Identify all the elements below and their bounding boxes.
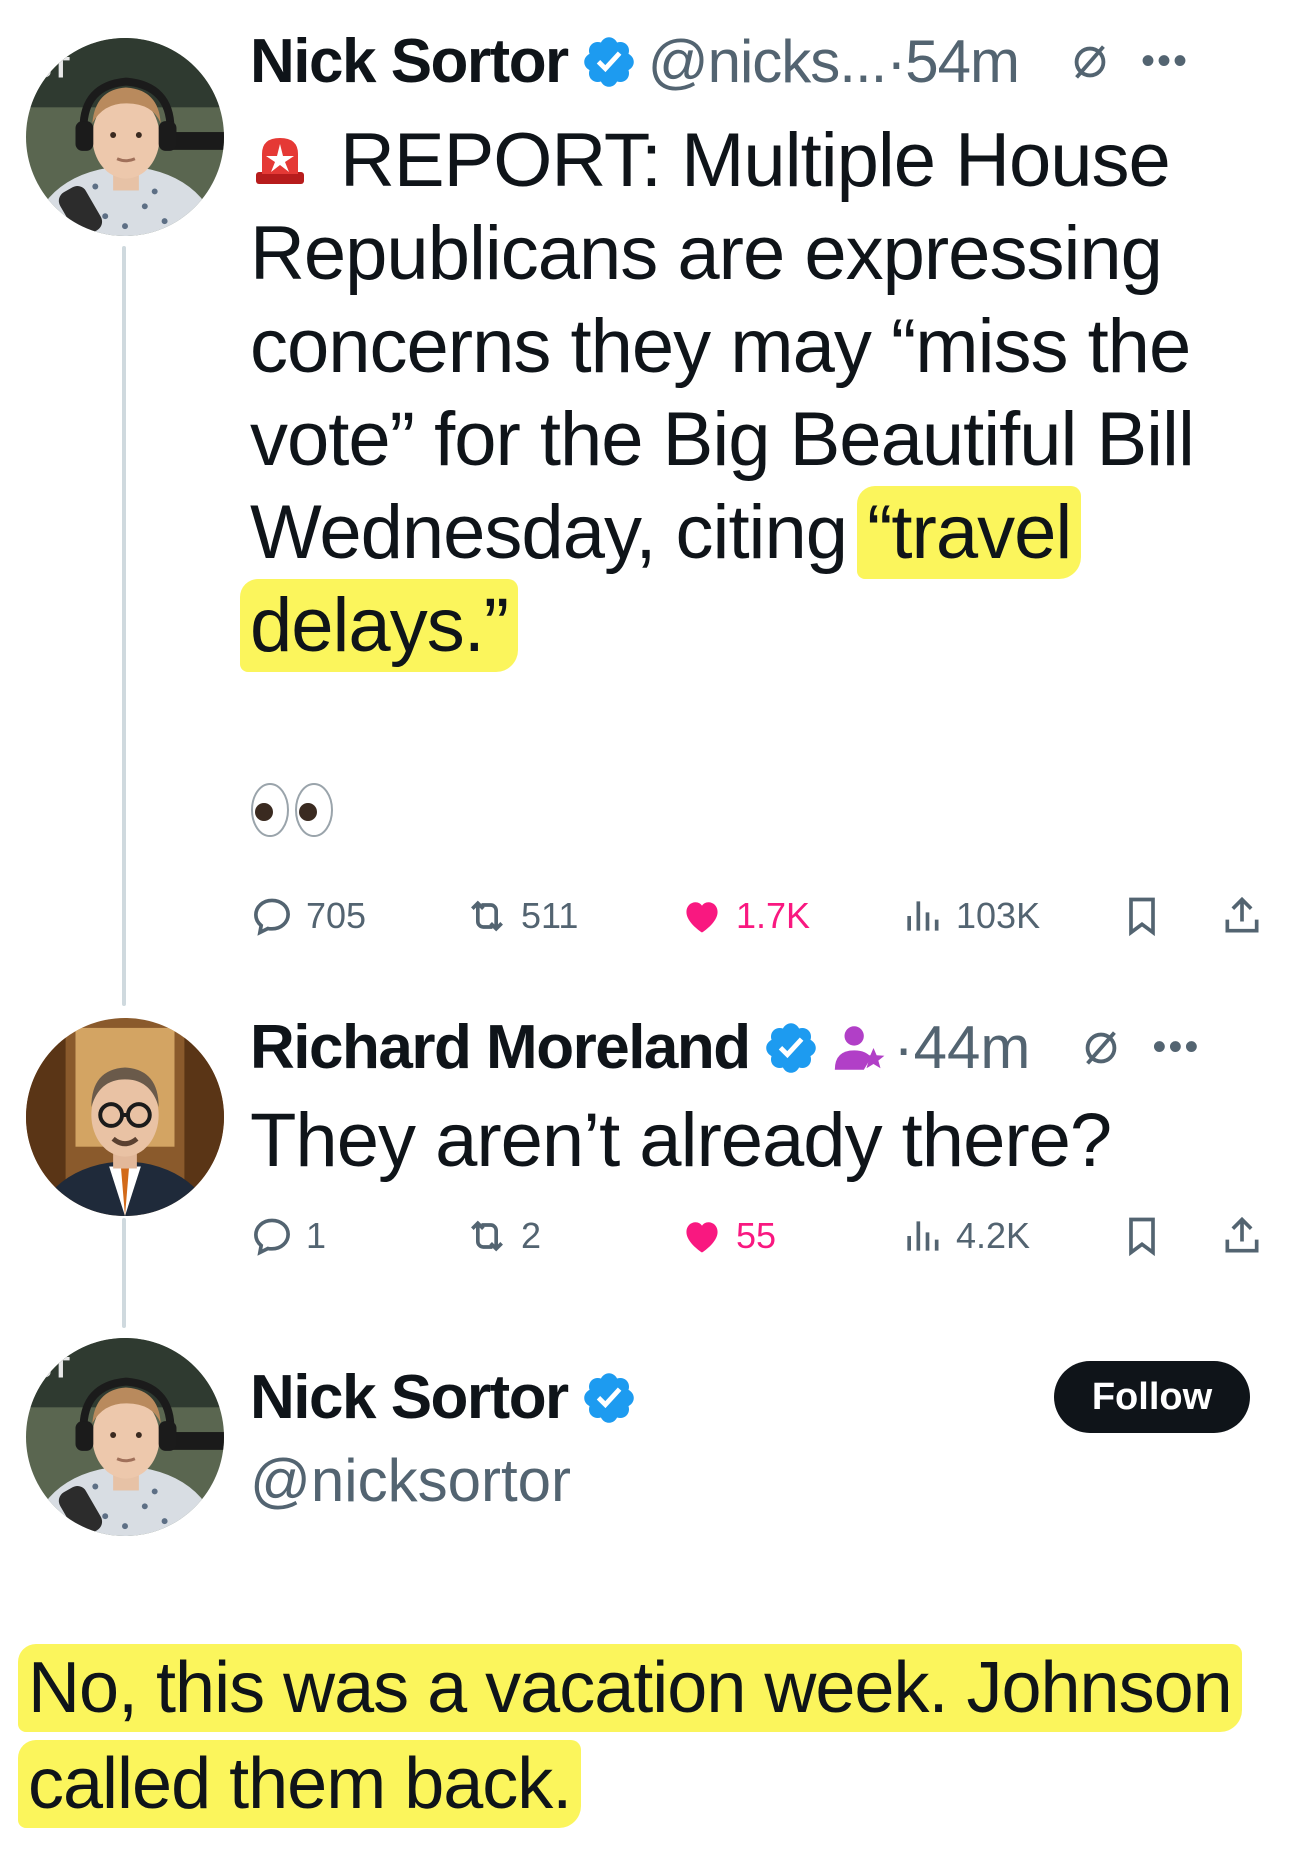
verified-badge-icon — [583, 1372, 634, 1423]
share-button[interactable] — [1220, 886, 1276, 946]
verified-badge-icon — [765, 1022, 816, 1073]
subscriber-badge-icon — [834, 1025, 885, 1070]
repost-count: 511 — [521, 895, 579, 936]
heart-icon — [686, 902, 718, 933]
view-count: 4.2K — [956, 1215, 1031, 1256]
share-icon — [1225, 896, 1259, 933]
reply-text: No, this was a vacation week. Johnson ca… — [18, 1640, 1268, 1832]
post-time[interactable]: ·44m — [894, 1013, 1031, 1082]
like-count: 1.7K — [736, 895, 811, 936]
author-name[interactable]: Nick Sortor — [250, 1362, 569, 1433]
bookmark-icon — [1129, 897, 1155, 937]
tweet-actions: 705 511 1.7K 103K — [250, 886, 1270, 946]
tweet-header: Nick Sortor @nicks...·54m ••• — [250, 26, 1189, 97]
views-chart-icon — [907, 901, 939, 931]
eyes-emoji-icon — [250, 782, 334, 838]
svg-text:ST: ST — [32, 1352, 70, 1385]
reply-icon — [254, 1218, 290, 1256]
more-icon[interactable]: ••• — [1152, 1025, 1200, 1070]
grok-icon[interactable] — [1078, 1025, 1124, 1071]
reply-button[interactable]: 1 — [250, 1206, 326, 1266]
profile-header: Nick Sortor — [250, 1362, 648, 1433]
author-name[interactable]: Richard Moreland — [250, 1012, 751, 1083]
follow-button[interactable]: Follow — [1054, 1361, 1250, 1433]
reply-icon — [254, 898, 290, 936]
like-count: 55 — [736, 1215, 777, 1256]
tweet-body: REPORT: Multiple House Republicans are e… — [240, 114, 1250, 672]
avatar[interactable]: ST — [26, 1338, 224, 1536]
svg-text:ST: ST — [32, 52, 70, 85]
tweet-header: Richard Moreland ·44m ••• — [250, 1012, 1200, 1083]
author-name[interactable]: Nick Sortor — [250, 26, 569, 97]
bookmark-button[interactable] — [1120, 1206, 1176, 1266]
profile-handle[interactable]: @nicksortor — [250, 1446, 571, 1515]
tweet-body: They aren’t already there? — [250, 1098, 1112, 1183]
reply-count: 705 — [306, 895, 367, 936]
share-button[interactable] — [1220, 1206, 1276, 1266]
grok-icon[interactable] — [1067, 39, 1113, 85]
repost-button[interactable]: 2 — [465, 1206, 541, 1266]
siren-emoji-icon — [250, 118, 310, 184]
views-chart-icon — [907, 1221, 939, 1251]
tweet-actions: 1 2 55 4.2K — [250, 1206, 1270, 1266]
repost-icon — [471, 900, 503, 932]
bookmark-button[interactable] — [1120, 886, 1176, 946]
more-icon[interactable]: ••• — [1141, 39, 1189, 84]
like-button[interactable]: 1.7K — [680, 886, 810, 946]
like-button[interactable]: 55 — [680, 1206, 776, 1266]
repost-count: 2 — [521, 1215, 542, 1256]
view-count: 103K — [956, 895, 1041, 936]
reply-count: 1 — [306, 1215, 327, 1256]
thread-connector — [122, 1218, 126, 1328]
repost-icon — [471, 1220, 503, 1252]
verified-badge-icon — [583, 36, 634, 87]
repost-button[interactable]: 511 — [465, 886, 578, 946]
avatar[interactable]: ST — [26, 38, 224, 236]
handle-and-time[interactable]: @nicks...·54m — [648, 27, 1020, 96]
heart-icon — [686, 1222, 718, 1253]
highlighted-text: No, this was a vacation week. Johnson ca… — [18, 1644, 1242, 1828]
avatar-nick-sortor-image: ST — [26, 38, 224, 236]
share-icon — [1225, 1216, 1259, 1253]
avatar-nick-sortor-image: ST — [26, 1338, 224, 1536]
reply-button[interactable]: 705 — [250, 886, 366, 946]
bookmark-icon — [1129, 1217, 1155, 1257]
thread-connector — [122, 246, 126, 1006]
views-button[interactable]: 103K — [900, 886, 1040, 946]
avatar[interactable] — [26, 1018, 224, 1216]
avatar-richard-moreland-image — [26, 1018, 224, 1216]
views-button[interactable]: 4.2K — [900, 1206, 1030, 1266]
